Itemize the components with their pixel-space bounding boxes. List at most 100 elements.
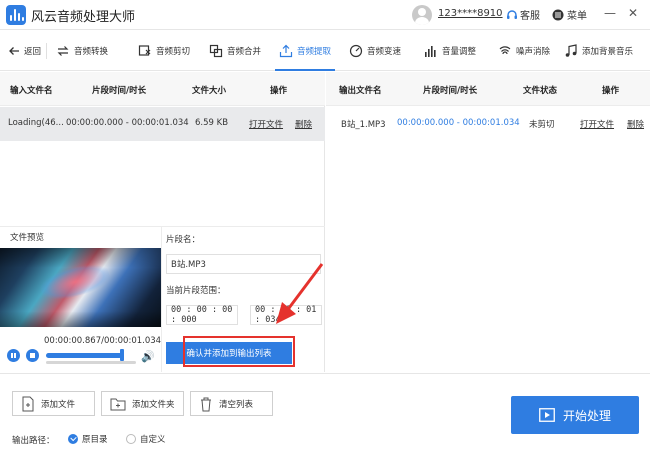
add-folder-icon — [110, 398, 126, 410]
segment-name-input[interactable]: B站.MP3 — [166, 254, 321, 274]
open-file-link[interactable]: 打开文件 — [580, 118, 614, 130]
volume-bars-icon — [425, 46, 436, 57]
back-button[interactable]: 返回 — [4, 31, 45, 71]
pause-button[interactable] — [7, 349, 20, 362]
menu-button[interactable]: 菜单 — [552, 7, 587, 22]
progress-handle[interactable] — [120, 349, 124, 361]
radio-unchecked-icon — [126, 434, 136, 444]
avatar[interactable] — [412, 5, 432, 25]
volume-icon[interactable]: 🔊 — [141, 350, 155, 363]
tab-audio-speed[interactable]: 音频变速 — [345, 31, 405, 71]
close-button[interactable]: ✕ — [628, 6, 638, 20]
play-icon — [539, 408, 555, 422]
output-file-range: 00:00:00.000 - 00:00:01.034 — [397, 118, 520, 128]
playback-time: 00:00:00.867/00:00:01.034 — [44, 336, 162, 346]
radio-label: 自定义 — [140, 435, 166, 445]
segment-name-label: 片段名： — [166, 235, 201, 245]
trash-icon — [201, 397, 211, 411]
delete-link[interactable]: 删除 — [295, 118, 312, 130]
title-bar: 风云音频处理大师 123****8910 客服 菜单 — ✕ — [0, 0, 650, 30]
tab-audio-cut[interactable]: 音频剪切 — [134, 31, 194, 71]
input-file-size: 6.59 KB — [195, 118, 229, 128]
column-header: 输出文件名 — [339, 86, 382, 96]
tab-audio-convert[interactable]: 音频转换 — [52, 31, 112, 71]
noise-icon — [499, 46, 511, 55]
open-file-link[interactable]: 打开文件 — [249, 118, 283, 130]
radio-original-dir[interactable]: 原目录 — [68, 433, 108, 445]
tab-audio-extract[interactable]: 音频提取 — [275, 31, 336, 71]
start-processing-button[interactable]: 开始处理 — [511, 396, 639, 434]
back-label: 返回 — [24, 47, 42, 57]
video-preview[interactable] — [0, 248, 161, 327]
headset-icon — [507, 9, 517, 19]
divider — [0, 226, 325, 227]
column-header: 片段时间/时长 — [423, 86, 478, 96]
start-processing-label: 开始处理 — [562, 408, 611, 423]
segment-end-input[interactable]: 00 : 00 : 01 : 034 — [250, 305, 322, 325]
tab-add-background-music[interactable]: 添加背景音乐 — [560, 31, 637, 71]
delete-link[interactable]: 删除 — [627, 118, 644, 130]
menu-icon — [552, 9, 564, 20]
tab-noise-removal[interactable]: 噪声消除 — [494, 31, 554, 71]
table-row[interactable]: B站_1.MP3 00:00:00.000 - 00:00:01.034 未剪切… — [326, 107, 650, 141]
tab-label: 音频转换 — [74, 47, 109, 57]
add-file-label: 添加文件 — [41, 399, 76, 410]
radio-checked-icon — [68, 434, 78, 444]
tab-label: 音频剪切 — [156, 47, 191, 57]
add-file-icon — [22, 396, 34, 411]
tab-label: 音频提取 — [297, 47, 332, 57]
merge-icon — [209, 44, 223, 58]
clear-list-button[interactable]: 清空列表 — [190, 391, 273, 416]
input-file-range: 00:00:00.000 - 00:00:01.034 — [66, 118, 189, 128]
stop-button[interactable] — [26, 349, 39, 362]
progress-fill — [46, 353, 122, 358]
clear-list-label: 清空列表 — [219, 399, 254, 410]
support-label: 客服 — [520, 11, 540, 22]
arrow-left-icon — [9, 47, 19, 55]
column-header: 输入文件名 — [10, 86, 53, 96]
output-path-label: 输出路径： — [12, 436, 55, 446]
tab-label: 音频合并 — [227, 47, 262, 57]
minimize-button[interactable]: — — [604, 6, 616, 20]
table-row[interactable]: Loading(46... 00:00:00.000 - 00:00:01.03… — [0, 107, 325, 141]
input-file-name: Loading(46... — [8, 118, 64, 128]
speed-icon — [349, 44, 363, 58]
tab-audio-merge[interactable]: 音频合并 — [205, 31, 265, 71]
toolbar-divider — [46, 43, 47, 59]
tab-label: 噪声消除 — [516, 47, 551, 57]
radio-label: 原目录 — [82, 435, 108, 445]
music-icon — [565, 44, 577, 57]
output-table-header: 输出文件名 片段时间/时长 文件状态 操作 — [326, 72, 650, 106]
segment-range-label: 当前片段范围： — [166, 286, 226, 296]
convert-icon — [57, 46, 69, 56]
app-logo-icon — [6, 5, 26, 25]
input-table-header: 输入文件名 片段时间/时长 文件大小 操作 — [0, 72, 325, 106]
output-file-name: B站_1.MP3 — [341, 120, 386, 130]
menu-label: 菜单 — [567, 11, 587, 22]
segment-start-input[interactable]: 00 : 00 : 00 : 000 — [166, 305, 238, 325]
toolbar: 返回 音频转换 音频剪切 音频合并 音频提取 音频变速 音量调整 噪声消除 添加… — [0, 31, 650, 71]
column-header: 操作 — [602, 86, 620, 96]
app-title: 风云音频处理大师 — [31, 10, 136, 25]
preview-label: 文件预览 — [10, 233, 45, 243]
column-header: 片段时间/时长 — [92, 86, 147, 96]
tab-label: 添加背景音乐 — [582, 47, 634, 57]
confirm-add-button[interactable]: 确认并添加到输出列表 — [166, 342, 292, 364]
add-folder-button[interactable]: 添加文件夹 — [101, 391, 184, 416]
column-header: 文件状态 — [523, 86, 558, 96]
tab-volume-adjust[interactable]: 音量调整 — [420, 31, 480, 71]
account-link[interactable]: 123****8910 — [438, 8, 503, 19]
column-header: 文件大小 — [192, 86, 227, 96]
radio-custom-dir[interactable]: 自定义 — [126, 433, 166, 445]
cut-icon — [138, 45, 151, 56]
tab-label: 音频变速 — [367, 47, 402, 57]
add-file-button[interactable]: 添加文件 — [12, 391, 95, 416]
divider — [161, 226, 162, 372]
add-folder-label: 添加文件夹 — [132, 399, 175, 410]
column-header: 操作 — [270, 86, 288, 96]
extract-icon — [279, 44, 293, 58]
tab-label: 音量调整 — [442, 47, 477, 57]
progress-track[interactable] — [46, 361, 136, 364]
support-button[interactable]: 客服 — [506, 7, 540, 22]
output-file-status: 未剪切 — [529, 120, 555, 130]
